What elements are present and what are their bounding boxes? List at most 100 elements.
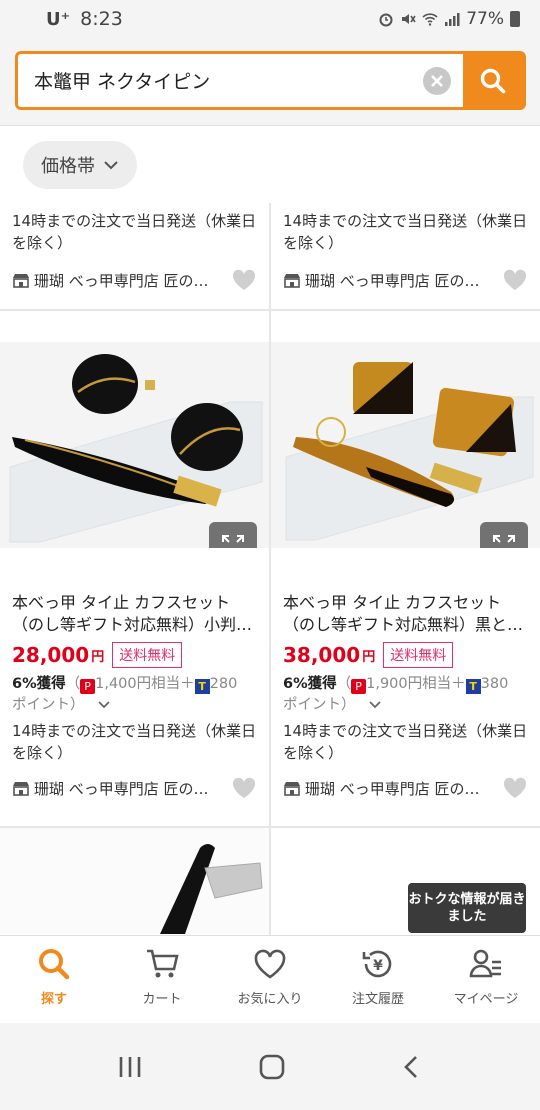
nav-mypage[interactable]: マイページ bbox=[432, 936, 540, 1023]
alarm-icon bbox=[379, 13, 393, 27]
nav-favorites-label: お気に入り bbox=[237, 992, 303, 1007]
points-paren: （ bbox=[65, 676, 81, 692]
notification-toast[interactable]: おトクな情報が届きました bbox=[408, 883, 526, 933]
paypay-icon: P bbox=[80, 679, 96, 694]
product-card-partial[interactable]: 14時までの注文で当日発送（休業日を除く） 珊瑚 べっ甲専門店 匠の… bbox=[271, 210, 540, 294]
store-name[interactable]: 珊瑚 べっ甲専門店 匠の… bbox=[34, 778, 225, 799]
system-nav-bar bbox=[0, 1023, 540, 1110]
home-icon[interactable] bbox=[257, 1052, 287, 1082]
store-name[interactable]: 珊瑚 べっ甲専門店 匠の… bbox=[305, 778, 496, 799]
search-header: 本鼈甲 ネクタイピン bbox=[0, 38, 540, 126]
t-points: 280 bbox=[209, 676, 238, 692]
store-row: 珊瑚 べっ甲専門店 匠の… bbox=[0, 774, 269, 802]
nav-favorites[interactable]: お気に入り bbox=[216, 936, 324, 1023]
tpoint-icon: T bbox=[194, 679, 210, 694]
product-price: 38,000 bbox=[283, 643, 361, 667]
points-info[interactable]: 6%獲得（ P 1,900円相当＋ T 380 ポイント） bbox=[271, 674, 540, 716]
store-name[interactable]: 珊瑚 べっ甲専門店 匠の… bbox=[305, 270, 496, 291]
product-card-partial[interactable] bbox=[0, 828, 269, 934]
product-title[interactable]: 本べっ甲 タイ止 カフスセット（のし等ギフト対応無料）黒と… bbox=[271, 592, 540, 636]
wifi-icon bbox=[422, 13, 438, 26]
search-input[interactable]: 本鼈甲 ネクタイピン bbox=[18, 67, 423, 94]
points-rate: 6%獲得 bbox=[12, 676, 66, 692]
store-row: 珊瑚 べっ甲専門店 匠の… bbox=[271, 266, 540, 294]
product-price: 28,000 bbox=[12, 643, 90, 667]
store-icon bbox=[284, 782, 300, 796]
nav-cart-label: カート bbox=[142, 992, 182, 1007]
product-card[interactable] bbox=[0, 342, 269, 548]
store-name[interactable]: 珊瑚 べっ甲専門店 匠の… bbox=[34, 270, 225, 291]
favorite-heart-icon[interactable] bbox=[502, 268, 528, 292]
favorite-heart-icon[interactable] bbox=[231, 268, 257, 292]
product-card-partial[interactable]: 14時までの注文で当日発送（休業日を除く） 珊瑚 べっ甲専門店 匠の… bbox=[0, 210, 269, 294]
free-shipping-badge: 送料無料 bbox=[383, 642, 454, 668]
shipping-note: 14時までの注文で当日発送（休業日を除く） bbox=[283, 212, 528, 252]
store-icon bbox=[284, 274, 300, 288]
product-title[interactable]: 本べっ甲 タイ止 カフスセット（のし等ギフト対応無料）小判… bbox=[0, 592, 269, 636]
product-card-info[interactable]: 本べっ甲 タイ止 カフスセット（のし等ギフト対応無料）黒と… 38,000 円 … bbox=[271, 592, 540, 802]
tpoint-icon: T bbox=[465, 679, 481, 694]
price-row: 38,000 円 送料無料 bbox=[271, 642, 540, 668]
paypay-points: 1,400円相当＋ bbox=[95, 676, 195, 692]
recent-apps-icon[interactable] bbox=[116, 1055, 144, 1079]
nav-mypage-label: マイページ bbox=[453, 992, 519, 1007]
clear-search-button[interactable] bbox=[423, 66, 451, 95]
expand-image-button[interactable] bbox=[480, 522, 528, 548]
expand-icon bbox=[493, 535, 515, 543]
favorite-heart-icon[interactable] bbox=[502, 776, 528, 800]
price-currency: 円 bbox=[91, 649, 105, 665]
chevron-down-icon[interactable] bbox=[97, 700, 111, 709]
nav-search[interactable]: 探す bbox=[0, 936, 108, 1023]
favorite-heart-icon[interactable] bbox=[231, 776, 257, 800]
back-icon[interactable] bbox=[400, 1054, 424, 1080]
signal-icon bbox=[445, 13, 460, 26]
product-image[interactable] bbox=[0, 342, 269, 548]
points-unit: ポイント） bbox=[283, 697, 356, 713]
nav-order-history[interactable]: ¥ 注文履歴 bbox=[324, 936, 432, 1023]
shipping-note: 14時までの注文で当日発送（休業日を除く） bbox=[12, 212, 257, 252]
nav-search-label: 探す bbox=[40, 992, 67, 1007]
paypay-points: 1,900円相当＋ bbox=[366, 676, 466, 692]
store-row: 珊瑚 べっ甲専門店 匠の… bbox=[0, 266, 269, 294]
price-currency: 円 bbox=[362, 649, 376, 665]
store-icon bbox=[13, 782, 29, 796]
chevron-down-icon[interactable] bbox=[368, 700, 382, 709]
order-history-icon: ¥ bbox=[362, 950, 392, 978]
close-icon bbox=[431, 74, 443, 87]
expand-image-button[interactable] bbox=[209, 522, 257, 548]
nav-cart[interactable]: カート bbox=[108, 936, 216, 1023]
filter-bar: 価格帯 bbox=[0, 127, 540, 203]
mypage-icon bbox=[469, 949, 501, 978]
mute-icon bbox=[402, 14, 416, 24]
store-icon bbox=[13, 274, 29, 288]
product-photo bbox=[271, 342, 540, 548]
points-info[interactable]: 6%獲得（ P 1,400円相当＋ T 280 ポイント） bbox=[0, 674, 269, 716]
clock: 8:23 bbox=[80, 8, 123, 30]
product-card-info[interactable]: 本べっ甲 タイ止 カフスセット（のし等ギフト対応無料）小判… 28,000 円 … bbox=[0, 592, 269, 802]
product-card[interactable] bbox=[271, 342, 540, 548]
product-photo bbox=[0, 342, 269, 548]
shipping-note: 14時までの注文で当日発送（休業日を除く） bbox=[283, 722, 528, 762]
paypay-icon: P bbox=[351, 679, 367, 694]
price-range-label: 価格帯 bbox=[41, 156, 95, 177]
points-paren: （ bbox=[336, 676, 352, 692]
bottom-nav: 探す カート お気に入り ¥ 注文履歴 マイページ bbox=[0, 935, 540, 1023]
store-row: 珊瑚 べっ甲専門店 匠の… bbox=[271, 774, 540, 802]
search-button[interactable] bbox=[463, 54, 523, 107]
points-rate: 6%獲得 bbox=[283, 676, 337, 692]
heart-icon bbox=[254, 949, 286, 979]
status-icons: 77% bbox=[378, 9, 520, 29]
price-range-filter[interactable]: 価格帯 bbox=[23, 141, 137, 189]
nav-order-history-label: 注文履歴 bbox=[351, 992, 404, 1007]
battery-icon bbox=[510, 11, 520, 27]
chevron-down-icon bbox=[104, 161, 118, 170]
search-box: 本鼈甲 ネクタイピン bbox=[15, 51, 526, 110]
status-bar: U⁺ 8:23 77% bbox=[0, 0, 540, 38]
points-unit: ポイント） bbox=[12, 697, 85, 713]
app-screen: U⁺ 8:23 77% 本鼈甲 ネクタイピン 価格帯 14時までの注文で当日発送… bbox=[0, 0, 540, 1110]
t-points: 380 bbox=[480, 676, 509, 692]
grid-divider bbox=[0, 309, 540, 311]
svg-text:¥: ¥ bbox=[373, 958, 383, 974]
product-image[interactable] bbox=[271, 342, 540, 548]
carrier-label: U⁺ bbox=[46, 8, 71, 30]
